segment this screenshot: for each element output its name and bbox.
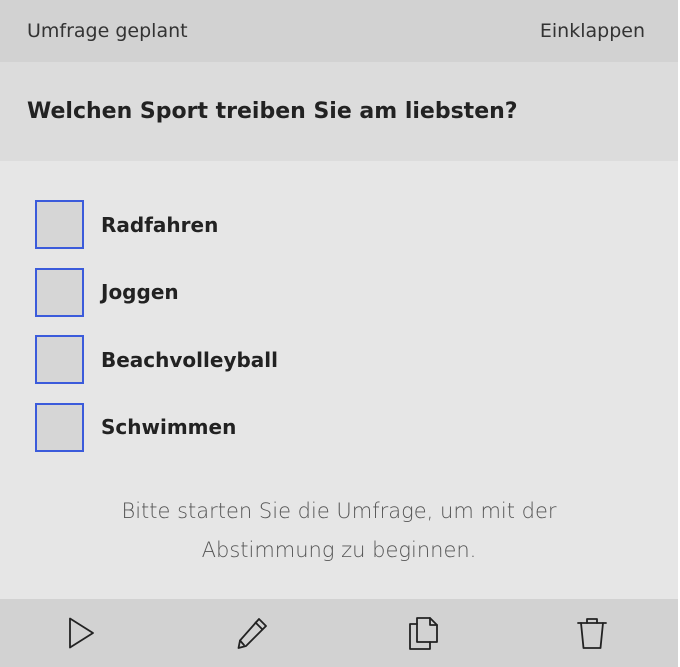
poll-option-radfahren[interactable]: Radfahren [35,198,678,251]
option-checkbox[interactable] [35,402,84,452]
poll-option-joggen[interactable]: Joggen [35,266,678,319]
copy-icon [409,617,438,650]
option-checkbox[interactable] [35,335,84,384]
option-label: Joggen [101,280,179,304]
delete-poll-button[interactable] [572,613,612,653]
copy-poll-button[interactable] [403,613,443,653]
poll-question: Welchen Sport treiben Sie am liebsten? [27,99,518,124]
start-poll-button[interactable] [61,613,101,653]
option-label: Schwimmen [101,415,237,439]
edit-poll-button[interactable] [232,613,272,653]
trash-icon [577,618,607,649]
play-icon [69,617,94,649]
collapse-button[interactable]: Einklappen [540,20,645,42]
start-hint: Bitte starten Sie die Umfrage, um mit de… [121,499,557,562]
option-checkbox[interactable] [35,200,84,249]
pencil-icon [237,618,267,649]
question-bar: Welchen Sport treiben Sie am liebsten? [0,62,678,161]
poll-toolbar [0,599,678,667]
poll-option-schwimmen[interactable]: Schwimmen [35,401,678,454]
poll-options: Radfahren Joggen Beachvolleyball Schwimm… [0,161,678,454]
option-label: Beachvolleyball [101,347,279,372]
poll-panel: Umfrage geplant Einklappen Welchen Sport… [0,0,678,667]
poll-option-beachvolleyball[interactable]: Beachvolleyball [35,333,678,386]
poll-header: Umfrage geplant Einklappen [0,0,678,62]
option-checkbox[interactable] [35,267,84,317]
poll-status: Umfrage geplant [27,20,188,42]
option-label: Radfahren [101,212,219,237]
